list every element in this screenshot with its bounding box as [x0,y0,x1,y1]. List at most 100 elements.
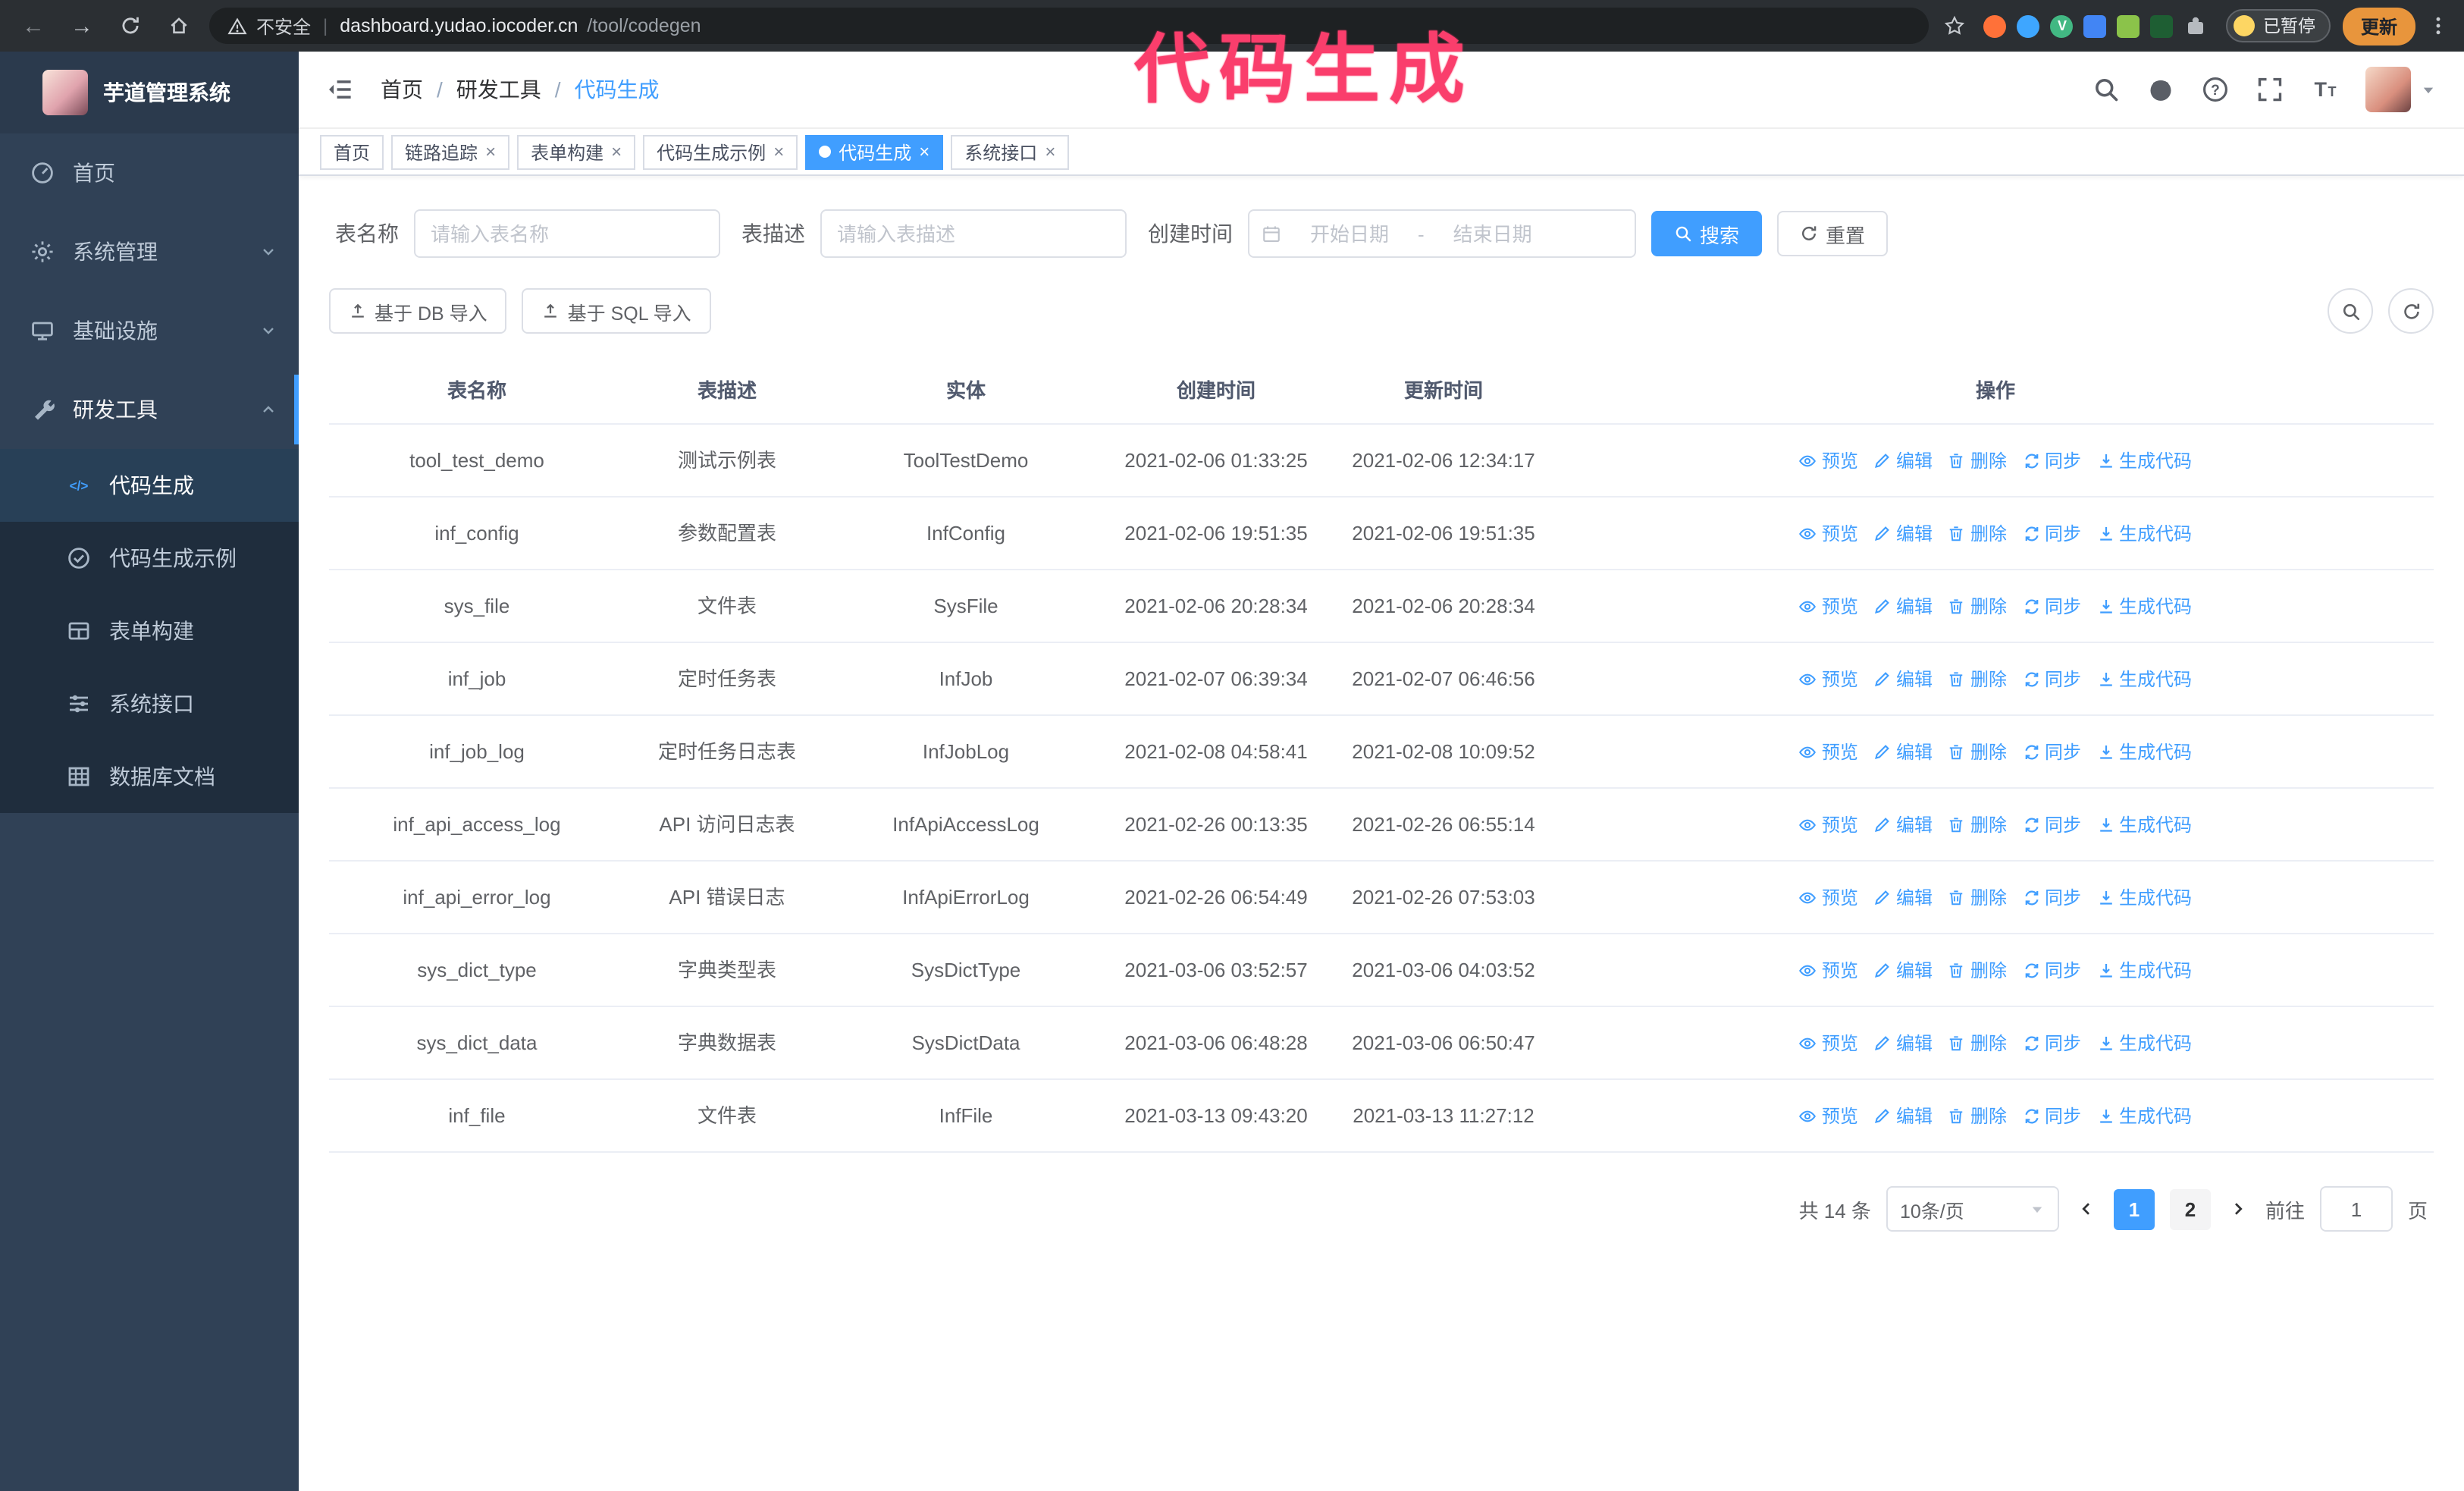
generate-code-link[interactable]: 生成代码 [2096,666,2192,692]
browser-reload-button[interactable] [112,8,149,44]
extension-icon-dark-green[interactable] [2150,14,2174,37]
sync-link[interactable]: 同步 [2022,1030,2081,1056]
sidebar-item-infrastructure[interactable]: 基础设施 [0,291,299,370]
edit-link[interactable]: 编辑 [1873,1030,1933,1056]
toggle-search-button[interactable] [2328,288,2373,334]
tab-tracing[interactable]: 链路追踪 × [391,134,510,169]
bookmark-star-icon[interactable] [1945,15,1966,36]
table-desc-input[interactable] [820,209,1127,258]
delete-link[interactable]: 删除 [1948,666,2007,692]
preview-link[interactable]: 预览 [1799,666,1858,692]
generate-code-link[interactable]: 生成代码 [2096,811,2192,837]
end-date-input[interactable] [1430,221,1555,246]
preview-link[interactable]: 预览 [1799,1103,1858,1128]
edit-link[interactable]: 编辑 [1873,739,1933,764]
generate-code-link[interactable]: 生成代码 [2096,957,2192,983]
date-range-picker[interactable]: - [1248,209,1636,258]
goto-page-input[interactable] [2319,1186,2393,1232]
next-page-icon[interactable] [2226,1200,2250,1218]
preview-link[interactable]: 预览 [1799,447,1858,473]
delete-link[interactable]: 删除 [1948,811,2007,837]
page-button-2[interactable]: 2 [2169,1188,2211,1229]
profile-paused-chip[interactable]: 已暂停 [2226,9,2331,42]
delete-link[interactable]: 删除 [1948,1103,2007,1128]
edit-link[interactable]: 编辑 [1873,957,1933,983]
sync-link[interactable]: 同步 [2022,957,2081,983]
page-size-select[interactable]: 10条/页 [1886,1186,2059,1232]
sidebar-item-system-api[interactable]: 系统接口 [0,667,299,740]
tab-close-icon[interactable]: × [1045,143,1055,161]
tab-close-icon[interactable]: × [919,143,929,161]
generate-code-link[interactable]: 生成代码 [2096,1103,2192,1128]
sidebar-item-codegen-example[interactable]: 代码生成示例 [0,522,299,595]
import-db-button[interactable]: 基于 DB 导入 [329,288,507,334]
delete-link[interactable]: 删除 [1948,447,2007,473]
preview-link[interactable]: 预览 [1799,520,1858,546]
tab-form-builder[interactable]: 表单构建 × [517,134,636,169]
generate-code-link[interactable]: 生成代码 [2096,739,2192,764]
sidebar-item-form-builder[interactable]: 表单构建 [0,595,299,667]
sidebar-fold-icon[interactable] [326,76,353,103]
browser-address-bar[interactable]: 不安全 | dashboard.yudao.iocoder.cn/tool/co… [209,8,1930,44]
preview-link[interactable]: 预览 [1799,957,1858,983]
sync-link[interactable]: 同步 [2022,593,2081,619]
edit-link[interactable]: 编辑 [1873,593,1933,619]
start-date-input[interactable] [1287,221,1412,246]
github-icon[interactable] [2147,76,2174,103]
edit-link[interactable]: 编辑 [1873,884,1933,910]
reset-button[interactable]: 重置 [1777,211,1889,256]
delete-link[interactable]: 删除 [1948,957,2007,983]
browser-update-button[interactable]: 更新 [2342,7,2415,45]
search-icon[interactable] [2093,76,2120,103]
extension-icon-green-v[interactable]: V [2050,14,2074,37]
sidebar-item-system-management[interactable]: 系统管理 [0,212,299,291]
sync-link[interactable]: 同步 [2022,447,2081,473]
sync-link[interactable]: 同步 [2022,520,2081,546]
font-size-icon[interactable] [2311,76,2338,103]
breadcrumb-item-dev-tools[interactable]: 研发工具 [456,74,541,105]
delete-link[interactable]: 删除 [1948,739,2007,764]
import-sql-button[interactable]: 基于 SQL 导入 [522,288,711,334]
refresh-table-button[interactable] [2388,288,2434,334]
delete-link[interactable]: 删除 [1948,884,2007,910]
breadcrumb-item-home[interactable]: 首页 [381,74,423,105]
browser-menu-kebab-icon[interactable] [2428,15,2449,36]
sync-link[interactable]: 同步 [2022,811,2081,837]
tab-close-icon[interactable]: × [773,143,784,161]
sidebar-item-dev-tools[interactable]: 研发工具 [0,370,299,449]
preview-link[interactable]: 预览 [1799,811,1858,837]
user-menu[interactable] [2365,67,2437,112]
generate-code-link[interactable]: 生成代码 [2096,520,2192,546]
tab-codegen-example[interactable]: 代码生成示例 × [643,134,798,169]
edit-link[interactable]: 编辑 [1873,1103,1933,1128]
help-icon[interactable] [2202,76,2229,103]
tab-codegen-active[interactable]: 代码生成 × [805,134,944,169]
generate-code-link[interactable]: 生成代码 [2096,1030,2192,1056]
generate-code-link[interactable]: 生成代码 [2096,884,2192,910]
edit-link[interactable]: 编辑 [1873,520,1933,546]
extension-icon-orange[interactable] [1983,14,2007,37]
sync-link[interactable]: 同步 [2022,739,2081,764]
search-button[interactable]: 搜索 [1651,211,1763,256]
sync-link[interactable]: 同步 [2022,884,2081,910]
generate-code-link[interactable]: 生成代码 [2096,447,2192,473]
tab-home[interactable]: 首页 [320,134,384,169]
delete-link[interactable]: 删除 [1948,593,2007,619]
table-name-input[interactable] [414,209,720,258]
preview-link[interactable]: 预览 [1799,1030,1858,1056]
sidebar-item-db-doc[interactable]: 数据库文档 [0,740,299,813]
preview-link[interactable]: 预览 [1799,739,1858,764]
preview-link[interactable]: 预览 [1799,593,1858,619]
tab-close-icon[interactable]: × [485,143,496,161]
extensions-puzzle-icon[interactable] [2184,14,2209,38]
sidebar-item-home[interactable]: 首页 [0,133,299,212]
page-button-1[interactable]: 1 [2113,1188,2155,1229]
extension-icon-people[interactable] [2083,14,2107,37]
tab-system-api[interactable]: 系统接口 × [951,134,1070,169]
fullscreen-icon[interactable] [2256,76,2284,103]
generate-code-link[interactable]: 生成代码 [2096,593,2192,619]
edit-link[interactable]: 编辑 [1873,811,1933,837]
prev-page-icon[interactable] [2074,1200,2099,1218]
extension-icon-blue[interactable] [2017,14,2040,37]
browser-home-button[interactable] [161,8,197,44]
